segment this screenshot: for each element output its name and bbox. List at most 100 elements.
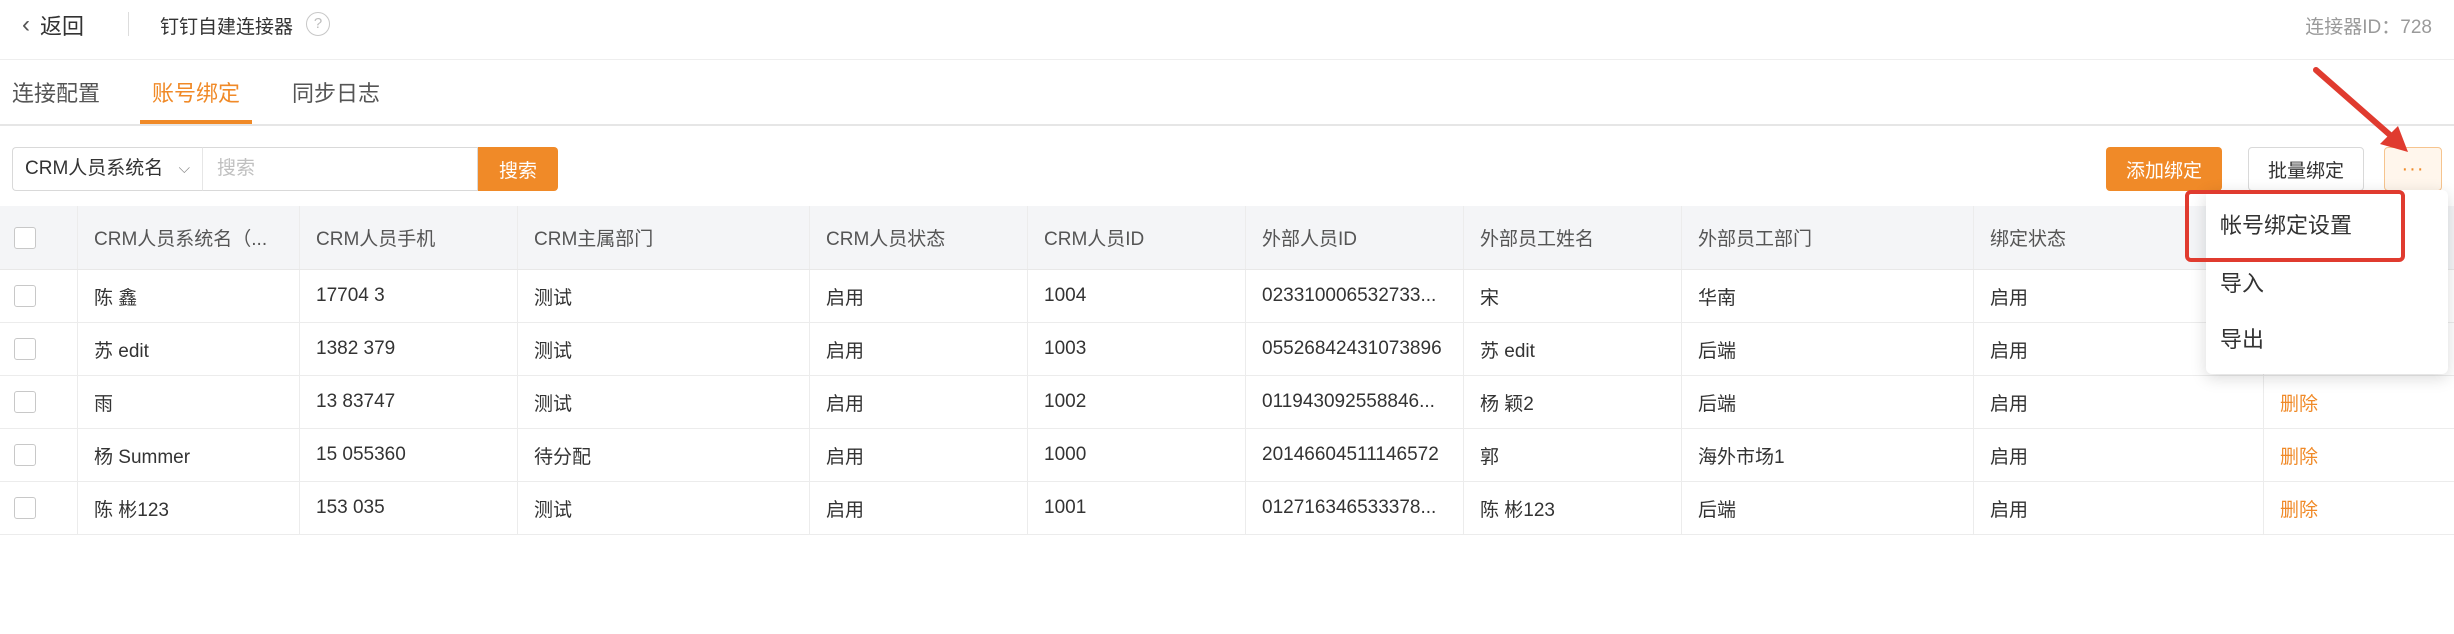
search-input[interactable] [202,147,478,191]
active-tab-indicator [140,120,252,124]
tab-bar: 连接配置 账号绑定 同步日志 [0,62,2454,126]
cell-crm-name: 雨 [78,376,300,428]
cell-ext-name: 陈 彬123 [1464,482,1682,534]
table-row[interactable]: 苏 edit 1382 379 测试 启用 1003 0552684243107… [0,323,2454,376]
tab-connection-config[interactable]: 连接配置 [12,76,100,108]
more-actions-button[interactable]: ··· [2384,147,2442,191]
row-checkbox[interactable] [14,338,36,360]
cell-crm-phone: 17704 3 [300,270,518,322]
cell-crm-name: 苏 edit [78,323,300,375]
cell-ext-name: 杨 颖2 [1464,376,1682,428]
col-header-ext-name[interactable]: 外部员工姓名 [1464,206,1682,269]
cell-crm-name: 陈 鑫 [78,270,300,322]
cell-crm-phone: 1382 379 [300,323,518,375]
col-header-ext-dept[interactable]: 外部员工部门 [1682,206,1974,269]
cell-crm-phone: 15 055360 [300,429,518,481]
row-checkbox-cell [0,376,78,428]
cell-crm-id: 1001 [1028,482,1246,534]
cell-ext-id: 20146604511146572 [1246,429,1464,481]
row-checkbox-cell [0,429,78,481]
col-header-ext-id[interactable]: 外部人员ID [1246,206,1464,269]
cell-crm-status: 启用 [810,376,1028,428]
delete-link[interactable]: 删除 [2264,376,2454,428]
cell-crm-status: 启用 [810,270,1028,322]
help-icon[interactable]: ? [306,12,330,36]
cell-crm-name: 杨 Summer [78,429,300,481]
connector-id-label: 连接器ID： [2305,17,2401,38]
search-field-select[interactable]: CRM人员系统名 ⌵ [12,147,202,191]
batch-binding-button[interactable]: 批量绑定 [2248,147,2364,191]
row-checkbox-cell [0,482,78,534]
cell-crm-status: 启用 [810,323,1028,375]
table-row[interactable]: 陈 彬123 153 035 测试 启用 1001 01271634653337… [0,482,2454,535]
connector-id-value: 728 [2400,17,2432,38]
delete-link[interactable]: 删除 [2264,429,2454,481]
chevron-left-icon: ‹ [22,11,30,38]
chevron-down-icon: ⌵ [178,160,190,177]
table-header: CRM人员系统名（... CRM人员手机 CRM主属部门 CRM人员状态 CRM… [0,206,2454,270]
cell-bind-status: 启用 [1974,429,2264,481]
header-divider [128,12,129,36]
cell-crm-dept: 待分配 [518,429,810,481]
select-all-checkbox[interactable] [14,226,36,249]
cell-crm-dept: 测试 [518,482,810,534]
cell-crm-name: 陈 彬123 [78,482,300,534]
cell-ext-id: 05526842431073896 [1246,323,1464,375]
cell-ext-name: 苏 edit [1464,323,1682,375]
more-actions-menu: 帐号绑定设置 导入 导出 [2206,190,2448,374]
row-checkbox[interactable] [14,391,36,413]
page-header: ‹ 返回 钉钉自建连接器 ? 连接器ID：728 [0,0,2454,60]
row-checkbox-cell [0,323,78,375]
col-header-crm-id[interactable]: CRM人员ID [1028,206,1246,269]
row-checkbox-cell [0,270,78,322]
col-header-crm-status[interactable]: CRM人员状态 [810,206,1028,269]
cell-ext-dept: 后端 [1682,323,1974,375]
table-row[interactable]: 陈 鑫 17704 3 测试 启用 1004 023310006532733..… [0,270,2454,323]
back-button[interactable]: ‹ 返回 [22,10,84,40]
cell-ext-id: 011943092558846... [1246,376,1464,428]
table-row[interactable]: 杨 Summer 15 055360 待分配 启用 1000 201466045… [0,429,2454,482]
cell-ext-name: 郭 [1464,429,1682,481]
row-checkbox[interactable] [14,285,36,307]
cell-ext-id: 023310006532733... [1246,270,1464,322]
tab-sync-log[interactable]: 同步日志 [292,76,380,108]
cell-ext-dept: 华南 [1682,270,1974,322]
menu-item-binding-settings[interactable]: 帐号绑定设置 [2220,208,2352,240]
cell-crm-dept: 测试 [518,270,810,322]
cell-ext-dept: 后端 [1682,482,1974,534]
col-header-crm-dept[interactable]: CRM主属部门 [518,206,810,269]
col-header-crm-phone[interactable]: CRM人员手机 [300,206,518,269]
select-all-cell [0,206,78,269]
col-header-crm-name[interactable]: CRM人员系统名（... [78,206,300,269]
row-checkbox[interactable] [14,444,36,466]
menu-item-import[interactable]: 导入 [2220,266,2264,298]
back-label: 返回 [40,14,85,39]
cell-bind-status: 启用 [1974,482,2264,534]
cell-crm-dept: 测试 [518,376,810,428]
cell-crm-name-text: 陈 鑫 [94,287,138,309]
cell-ext-id: 012716346533378... [1246,482,1464,534]
cell-crm-phone: 13 83747 [300,376,518,428]
search-field-select-value: CRM人员系统名 [25,158,164,179]
row-checkbox[interactable] [14,497,36,519]
menu-item-export[interactable]: 导出 [2220,322,2264,354]
cell-ext-dept: 后端 [1682,376,1974,428]
cell-crm-id: 1004 [1028,270,1246,322]
cell-crm-id: 1002 [1028,376,1246,428]
cell-crm-dept: 测试 [518,323,810,375]
cell-crm-id: 1003 [1028,323,1246,375]
cell-bind-status: 启用 [1974,376,2264,428]
table-row[interactable]: 雨 13 83747 测试 启用 1002 011943092558846...… [0,376,2454,429]
cell-crm-id: 1000 [1028,429,1246,481]
search-button[interactable]: 搜索 [478,147,558,191]
connector-title: 钉钉自建连接器 [160,17,294,38]
cell-crm-status: 启用 [810,482,1028,534]
add-binding-button[interactable]: 添加绑定 [2106,147,2222,191]
cell-crm-status: 启用 [810,429,1028,481]
cell-ext-name: 宋 [1464,270,1682,322]
tab-account-binding[interactable]: 账号绑定 [152,76,240,108]
delete-link[interactable]: 删除 [2264,482,2454,534]
cell-crm-phone: 153 035 [300,482,518,534]
cell-ext-dept: 海外市场1 [1682,429,1974,481]
connector-id: 连接器ID：728 [2305,12,2432,39]
